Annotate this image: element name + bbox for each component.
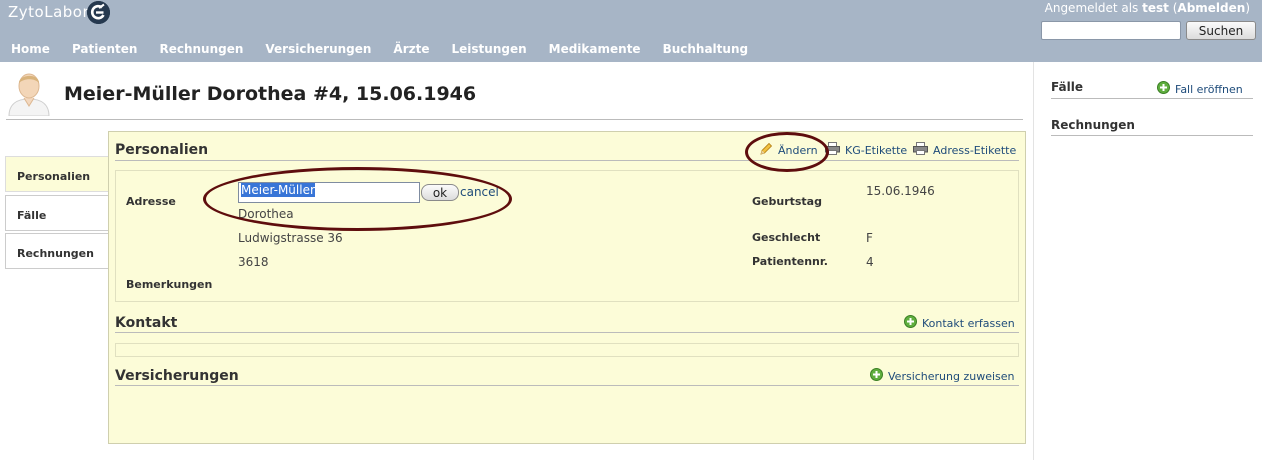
kg-label-link[interactable]: KG-Etikette [825, 142, 907, 158]
personalien-divider [115, 160, 1019, 161]
main-nav: Home Patienten Rechnungen Versicherungen… [0, 42, 759, 60]
add-contact-link[interactable]: Kontakt erfassen [904, 315, 1015, 331]
nav-leistungen[interactable]: Leistungen [452, 42, 527, 60]
street-value: Ludwigstrasse 36 [238, 231, 343, 245]
add-icon [870, 368, 883, 384]
address-label-text: Adress-Etikette [933, 143, 1017, 157]
add-icon [904, 315, 917, 331]
tab-faelle[interactable]: Fälle [5, 195, 108, 231]
assign-insurance-label: Versicherung zuweisen [888, 369, 1015, 383]
kontakt-divider [115, 332, 1019, 333]
current-user: test [1142, 1, 1169, 15]
sidebar-rechnungen-divider [1051, 135, 1253, 136]
app-logo-text[interactable]: ZytoLabor [8, 3, 89, 21]
app-logo-icon [87, 1, 110, 24]
sidebar-divider [1033, 62, 1034, 460]
nav-rechnungen[interactable]: Rechnungen [159, 42, 243, 60]
annotation-oval-name-field [203, 167, 512, 231]
open-case-link[interactable]: Fall eröffnen [1157, 81, 1243, 97]
sidebar-faelle-title: Fälle [1051, 80, 1083, 94]
versicherungen-divider [115, 385, 1019, 386]
remarks-label: Bemerkungen [126, 278, 213, 291]
printer-icon [913, 142, 928, 158]
search-button[interactable]: Suchen [1186, 21, 1256, 40]
address-label-link[interactable]: Adress-Etikette [913, 142, 1016, 158]
search-input[interactable] [1041, 21, 1181, 40]
patient-panel: Personalien Ändern KG-Etikette Adress-Et… [108, 131, 1026, 444]
patient-avatar [7, 70, 51, 117]
patient-no-label: Patientennr. [752, 255, 828, 268]
zip-value: 3618 [238, 255, 269, 269]
versicherungen-title: Versicherungen [115, 368, 239, 384]
logout-link[interactable]: Abmelden [1177, 1, 1245, 15]
nav-aerzte[interactable]: Ärzte [393, 42, 429, 60]
kg-label-text: KG-Etikette [845, 143, 908, 157]
nav-home[interactable]: Home [11, 42, 50, 60]
sex-label: Geschlecht [752, 231, 821, 244]
address-label: Adresse [126, 195, 176, 208]
nav-buchhaltung[interactable]: Buchhaltung [663, 42, 749, 60]
tab-personalien[interactable]: Personalien [5, 156, 108, 192]
annotation-oval-edit [745, 132, 829, 172]
patient-no-value: 4 [866, 255, 874, 269]
personalien-title: Personalien [115, 142, 209, 158]
sidebar-rechnungen-title: Rechnungen [1051, 118, 1135, 132]
kontakt-title: Kontakt [115, 315, 178, 331]
tab-rechnungen[interactable]: Rechnungen [5, 233, 108, 269]
add-contact-label: Kontakt erfassen [922, 316, 1015, 330]
top-header: ZytoLabor Angemeldet als test (Abmelden)… [0, 0, 1262, 62]
open-case-label: Fall eröffnen [1175, 82, 1243, 96]
title-divider [6, 119, 1023, 120]
sex-value: F [866, 231, 873, 245]
assign-insurance-link[interactable]: Versicherung zuweisen [870, 368, 1015, 384]
nav-versicherungen[interactable]: Versicherungen [265, 42, 371, 60]
login-prefix: Angemeldet als [1044, 1, 1139, 15]
nav-patienten[interactable]: Patienten [72, 42, 138, 60]
birthday-value: 15.06.1946 [866, 184, 935, 198]
login-status: Angemeldet als test (Abmelden) [1044, 1, 1250, 15]
page-title: Meier-Müller Dorothea #4, 15.06.1946 [64, 83, 477, 105]
sidebar-faelle-divider [1051, 98, 1253, 99]
kontakt-box [115, 343, 1019, 357]
add-icon [1157, 81, 1170, 97]
nav-medikamente[interactable]: Medikamente [549, 42, 641, 60]
birthday-label: Geburtstag [752, 195, 822, 208]
